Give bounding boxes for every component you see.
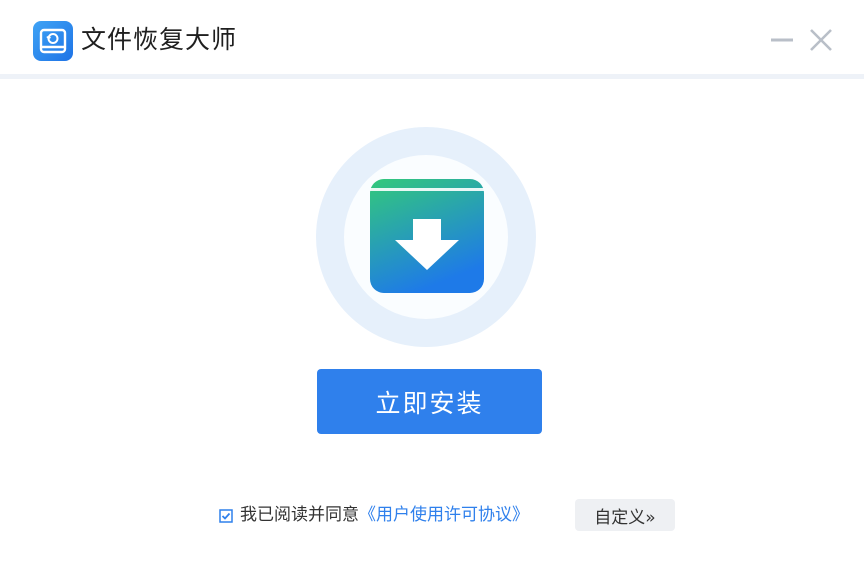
close-button[interactable] (807, 26, 835, 54)
download-box-icon (370, 179, 484, 293)
close-icon (810, 29, 832, 51)
agreement-text: 我已阅读并同意《用户使用许可协议》 (240, 503, 529, 527)
minimize-icon (771, 38, 793, 42)
title-divider (0, 74, 864, 79)
hero-illustration (316, 127, 536, 347)
agreement-prefix: 我已阅读并同意 (240, 505, 359, 525)
app-logo-icon (33, 21, 73, 61)
installer-window: 文件恢复大师 立即安装 我已阅读并同意《用户使用许可协议》 自定义» (0, 0, 864, 564)
title-bar: 文件恢复大师 (0, 0, 864, 76)
license-agreement-link[interactable]: 《用户使用许可协议》 (359, 505, 529, 525)
agreement-checkbox[interactable] (219, 508, 233, 523)
checkbox-checked-icon (219, 509, 233, 523)
install-now-button[interactable]: 立即安装 (317, 369, 542, 434)
minimize-button[interactable] (768, 26, 796, 54)
custom-install-button[interactable]: 自定义» (575, 499, 675, 531)
app-title: 文件恢复大师 (81, 25, 238, 54)
